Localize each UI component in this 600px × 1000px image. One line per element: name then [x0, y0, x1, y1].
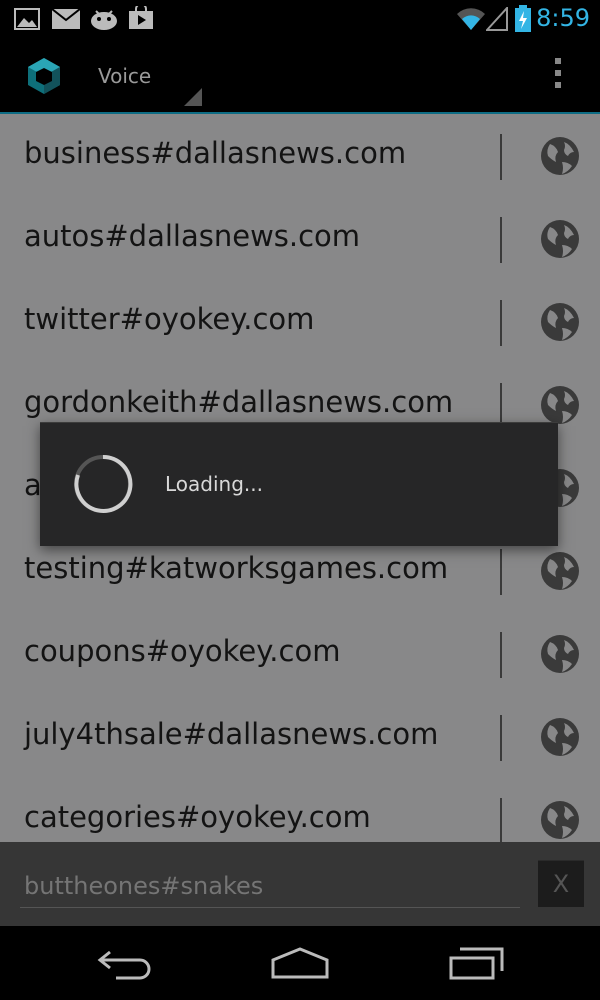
globe-icon[interactable]: [540, 302, 580, 342]
overflow-menu-icon[interactable]: [554, 58, 562, 94]
battery-charging-icon: [515, 5, 531, 32]
divider: [500, 632, 502, 678]
divider: [500, 134, 502, 180]
globe-icon[interactable]: [540, 634, 580, 674]
spinner-indicator-icon: [184, 88, 202, 106]
divider: [500, 715, 502, 761]
input-bar: X: [0, 842, 600, 926]
globe-icon[interactable]: [540, 551, 580, 591]
app-title-spinner[interactable]: Voice: [98, 64, 151, 88]
cube-logo-icon[interactable]: [24, 56, 64, 96]
list-item-label: twitter#oyokey.com: [24, 302, 315, 336]
recent-apps-icon[interactable]: [448, 946, 506, 982]
divider: [500, 798, 502, 844]
play-store-icon: [129, 6, 153, 29]
address-input[interactable]: [20, 864, 520, 908]
globe-icon[interactable]: [540, 136, 580, 176]
divider: [500, 217, 502, 263]
list-item-label: coupons#oyokey.com: [24, 634, 341, 668]
gmail-icon: [52, 9, 80, 29]
progress-spinner-icon: [74, 454, 133, 513]
android-icon: [91, 10, 117, 30]
clock: 8:59: [536, 4, 590, 32]
list-item-label: categories#oyokey.com: [24, 800, 371, 834]
signal-icon: [486, 7, 508, 31]
wifi-icon: [457, 8, 485, 31]
list-item-label: july4thsale#dallasnews.com: [24, 717, 439, 751]
navigation-bar: [0, 926, 600, 1000]
list-item[interactable]: business#dallasnews.com: [0, 114, 600, 197]
globe-icon[interactable]: [540, 219, 580, 259]
list-item[interactable]: twitter#oyokey.com: [0, 280, 600, 363]
loading-dialog: Loading...: [40, 422, 558, 546]
list-item-label: autos#dallasnews.com: [24, 219, 361, 253]
home-icon[interactable]: [270, 946, 330, 980]
globe-icon[interactable]: [540, 717, 580, 757]
list-item-label: business#dallasnews.com: [24, 136, 407, 170]
divider: [500, 300, 502, 346]
list-item[interactable]: autos#dallasnews.com: [0, 197, 600, 280]
globe-icon[interactable]: [540, 800, 580, 840]
divider: [500, 549, 502, 595]
loading-message: Loading...: [165, 472, 263, 496]
back-icon[interactable]: [96, 944, 154, 980]
clear-button[interactable]: X: [538, 860, 584, 907]
list-item[interactable]: july4thsale#dallasnews.com: [0, 695, 600, 778]
action-bar: Voice: [0, 40, 600, 114]
list-item-label: testing#katworksgames.com: [24, 551, 449, 585]
globe-icon[interactable]: [540, 385, 580, 425]
list-item[interactable]: coupons#oyokey.com: [0, 612, 600, 695]
gallery-icon: [14, 8, 40, 30]
status-bar: 8:59: [0, 0, 600, 40]
list-item-label: gordonkeith#dallasnews.com: [24, 385, 454, 419]
